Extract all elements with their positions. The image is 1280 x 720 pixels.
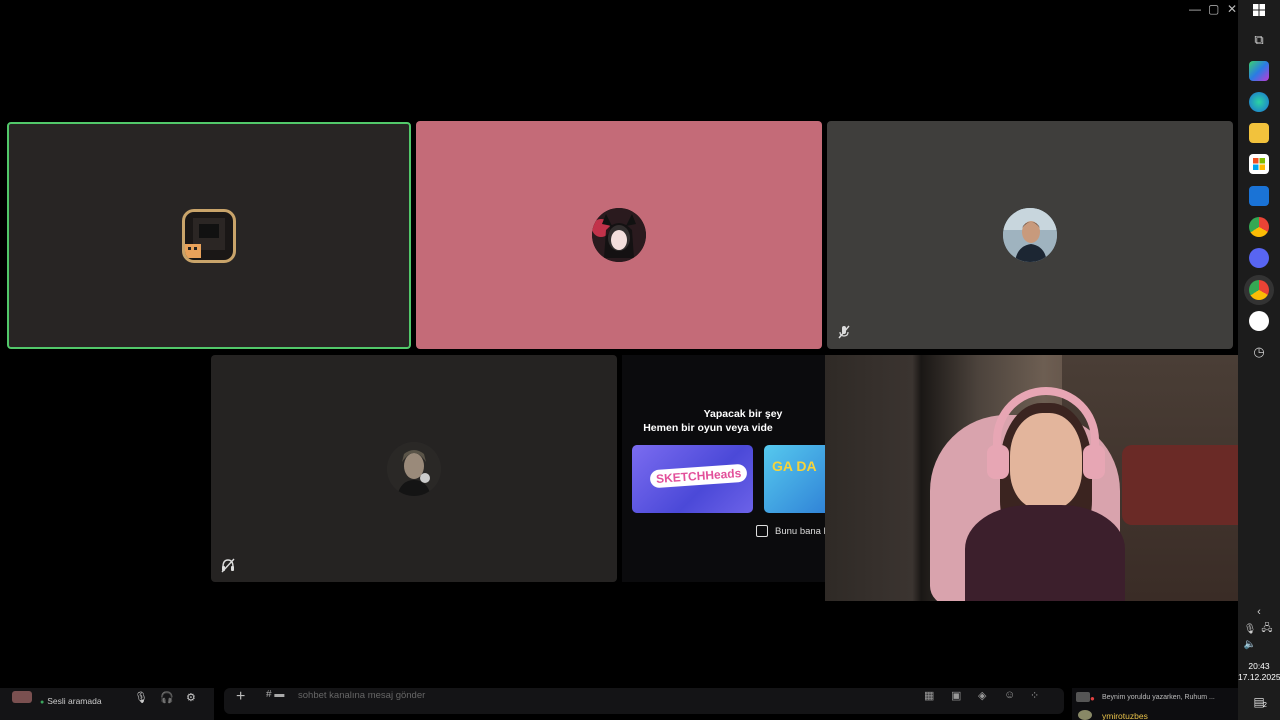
participant-tile[interactable] [827, 121, 1233, 349]
chat-badge-icon: ● [1090, 694, 1095, 703]
game-logo: SKETCHHeads [649, 463, 748, 489]
clock-date[interactable]: 17.12.2025 [1238, 672, 1280, 682]
man-avatar [1003, 208, 1057, 262]
sticker-icon[interactable]: ◈ [978, 689, 986, 702]
message-placeholder: sohbet kanalına mesaj gönder [298, 690, 426, 701]
apps-icon[interactable]: ⁘ [1030, 689, 1039, 702]
user-avatar[interactable] [12, 691, 32, 703]
network-icon[interactable]: 🖧 [1257, 619, 1277, 639]
clock-time[interactable]: 20:43 [1238, 661, 1280, 671]
window-controls: — ▢ ✕ [1189, 2, 1237, 16]
gif-icon[interactable]: ▣ [951, 689, 961, 702]
copilot-icon[interactable] [1249, 61, 1269, 81]
activity-title: Yapacak bir şey [703, 408, 783, 420]
game-logo: GA DA [772, 458, 817, 474]
checkbox-label: Bunu bana b [775, 525, 826, 537]
activity-suggestion-panel: Yapacak bir şey Hemen bir oyun veya vide… [622, 355, 826, 582]
outlook-icon[interactable] [1249, 186, 1269, 206]
maximize-icon[interactable]: ▢ [1208, 2, 1219, 16]
chat-message: Beynim yoruldu yazarken, Ruhum ... [1102, 694, 1215, 701]
task-view-icon[interactable]: ⧉ [1249, 30, 1269, 50]
discord-icon[interactable] [1249, 248, 1269, 268]
file-explorer-icon[interactable] [1249, 123, 1269, 143]
speaker-icon[interactable]: 🔈 [1240, 634, 1260, 654]
emoji-icon[interactable]: ☺ [1004, 689, 1015, 701]
voice-status[interactable]: Sesli aramada [40, 696, 101, 706]
webcam-overlay [825, 355, 1262, 601]
game-card[interactable]: GA DA [764, 445, 826, 513]
chrome-icon[interactable] [1249, 217, 1269, 237]
notification-count: 2 [1263, 702, 1267, 709]
dont-show-again-row[interactable]: Bunu bana b [756, 525, 826, 537]
chat-avatar [1076, 692, 1090, 702]
gear-icon[interactable]: ⚙ [186, 691, 196, 704]
windows-start-icon[interactable] [1249, 0, 1269, 20]
gift-icon[interactable]: ▦ [924, 689, 934, 702]
game-card-sketchheads[interactable]: SKETCHHeads [632, 445, 753, 513]
add-attachment-icon[interactable]: + [236, 688, 245, 706]
windows-taskbar: ⧉ ◷ ‹ 🎙 🖧 🔈 20:43 17.12.2025 ▤ 2 [1238, 0, 1280, 720]
chat-username: ymirotuzbes [1102, 711, 1148, 720]
microsoft-store-icon[interactable] [1249, 154, 1269, 174]
app-window: — ▢ ✕ Yapacak bir şey Hemen bir oyun vey… [0, 0, 1280, 720]
headphones-deafened-icon [221, 558, 235, 573]
dark-portrait-avatar [387, 441, 441, 496]
user-panel: Sesli aramada 🎙 🎧 ⚙ [0, 688, 214, 720]
participant-tile[interactable] [416, 121, 822, 349]
activity-subtitle: Hemen bir oyun veya vide [643, 422, 773, 434]
anime-girl-avatar [592, 208, 646, 262]
dont-show-checkbox[interactable] [756, 525, 768, 537]
obs-icon[interactable] [1249, 311, 1269, 331]
close-icon[interactable]: ✕ [1227, 2, 1237, 16]
channel-hash-icon: # ▬ [266, 689, 285, 700]
participant-tile-speaking[interactable] [7, 122, 411, 349]
pixel-cat-avatar [182, 208, 236, 263]
participant-tile[interactable] [211, 355, 617, 582]
stream-chat-strip: ● Beynim yoruldu yazarken, Ruhum ... ymi… [1072, 688, 1238, 720]
chrome-active-icon[interactable] [1249, 280, 1269, 300]
edge-icon[interactable] [1249, 92, 1269, 112]
minimize-icon[interactable]: — [1189, 2, 1201, 16]
microphone-icon[interactable]: 🎙 [134, 691, 148, 704]
clock-app-icon[interactable]: ◷ [1249, 342, 1269, 362]
headphones-icon[interactable]: 🎧 [160, 691, 174, 704]
chat-avatar [1078, 710, 1092, 720]
message-input-bar[interactable]: + # ▬ sohbet kanalına mesaj gönder ▦ ▣ ◈… [224, 688, 1064, 714]
mic-muted-icon [838, 325, 850, 339]
